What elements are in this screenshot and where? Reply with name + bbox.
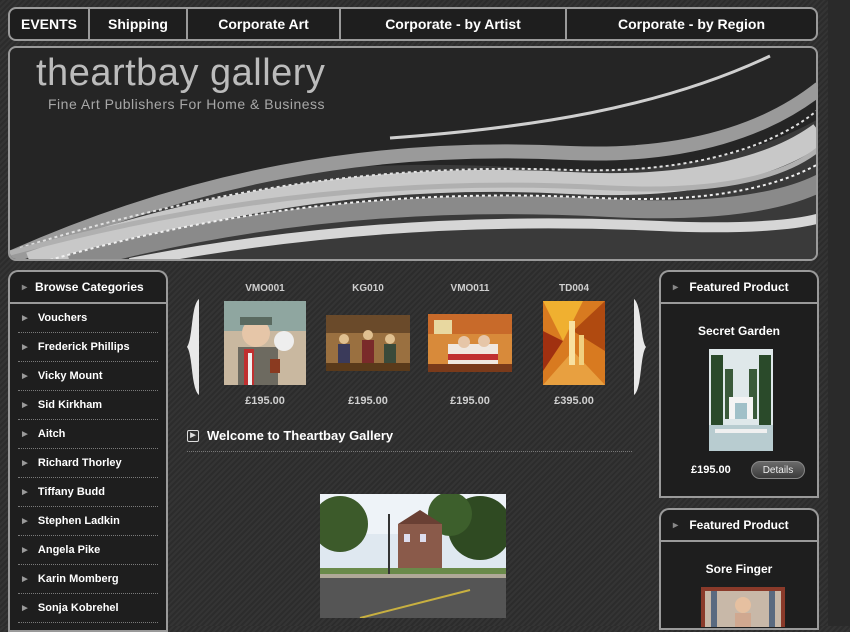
product-thumbnail[interactable] (428, 314, 512, 372)
nav-corporate-art[interactable]: Corporate Art (188, 9, 341, 39)
category-vouchers[interactable]: ► Vouchers (18, 304, 158, 333)
product-code: VMO001 (245, 283, 285, 294)
bullet-arrow-icon: ► (20, 573, 30, 585)
featured-product-price: £195.00 (691, 464, 731, 476)
category-aitch[interactable]: ► Aitch (18, 420, 158, 449)
category-vicky-mount[interactable]: ► Vicky Mount (18, 362, 158, 391)
featured-product-title[interactable]: Secret Garden (661, 324, 817, 338)
featured-product-title[interactable]: Sore Finger (661, 562, 817, 576)
browse-categories-title: Browse Categories (35, 280, 144, 294)
category-label: Vouchers (37, 312, 88, 324)
category-label: Angela Pike (37, 544, 101, 556)
category-label: Richard Thorley (37, 457, 122, 469)
carousel-product[interactable]: KG010 £195.00 (323, 283, 413, 407)
category-list-panel: ► Vouchers ► Frederick Phillips ► Vicky Mou… (8, 302, 168, 632)
category-label: Aitch (37, 428, 66, 440)
details-button[interactable]: Details (751, 461, 805, 479)
category-label: Frederick Phillips (37, 341, 130, 353)
carousel-product[interactable]: VMO011 £195.00 (425, 283, 515, 407)
category-label: Karin Momberg (37, 573, 119, 585)
carousel-prev-button[interactable] (187, 299, 199, 395)
category-label: Tiffany Budd (37, 486, 105, 498)
welcome-heading: ▶ Welcome to Theartbay Gallery (187, 428, 393, 443)
category-sonja-kobrehel[interactable]: ► Sonja Kobrehel (18, 594, 158, 623)
gallery-street-photo (320, 494, 506, 618)
browse-categories-header: ▸ Browse Categories (8, 270, 168, 302)
category-label: Sid Kirkham (37, 399, 103, 411)
header-arrow-icon: ▸ (673, 281, 679, 293)
category-angela-pike[interactable]: ► Angela Pike (18, 536, 158, 565)
category-tiffany-budd[interactable]: ► Tiffany Budd (18, 478, 158, 507)
page-right-edge (828, 0, 850, 626)
featured-product-heading: Featured Product (689, 518, 789, 532)
welcome-title: Welcome to Theartbay Gallery (207, 428, 394, 443)
bullet-arrow-icon: ► (20, 457, 30, 469)
product-price: £395.00 (554, 395, 594, 407)
nav-shipping[interactable]: Shipping (90, 9, 188, 39)
site-subtitle: Fine Art Publishers For Home & Business (48, 96, 326, 112)
product-price: £195.00 (245, 395, 285, 407)
bullet-arrow-icon: ► (20, 312, 30, 324)
carousel-product[interactable]: TD004 £395.00 (529, 283, 619, 407)
featured-product-image[interactable] (709, 349, 773, 451)
product-thumbnail[interactable] (326, 315, 410, 371)
product-price: £195.00 (450, 395, 490, 407)
featured-product-panel: Secret Garden £195.00 Details (659, 302, 819, 498)
category-label: Stephen Ladkin (37, 515, 120, 527)
chevron-right-icon (634, 299, 646, 395)
product-thumbnail[interactable] (224, 301, 306, 385)
nav-corporate-by-region[interactable]: Corporate - by Region (567, 9, 816, 39)
top-nav: EVENTS Shipping Corporate Art Corporate … (8, 7, 818, 41)
featured-product-image[interactable] (701, 587, 785, 627)
nav-corporate-by-artist[interactable]: Corporate - by Artist (341, 9, 567, 39)
product-price: £195.00 (348, 395, 388, 407)
category-label: Sonja Kobrehel (37, 602, 119, 614)
play-arrow-icon: ▶ (187, 429, 199, 442)
bullet-arrow-icon: ► (20, 544, 30, 556)
featured-product-heading: Featured Product (689, 280, 789, 294)
bullet-arrow-icon: ► (20, 341, 30, 353)
header-arrow-icon: ▸ (22, 281, 28, 293)
category-stephen-ladkin[interactable]: ► Stephen Ladkin (18, 507, 158, 536)
carousel-next-button[interactable] (634, 299, 646, 395)
category-list: ► Vouchers ► Frederick Phillips ► Vicky Mou… (10, 304, 166, 623)
featured-product-header: ▸ Featured Product (659, 508, 819, 540)
bullet-arrow-icon: ► (20, 428, 30, 440)
header-arrow-icon: ▸ (673, 519, 679, 531)
product-code: TD004 (558, 283, 589, 294)
bullet-arrow-icon: ► (20, 370, 30, 382)
chevron-left-icon (187, 299, 199, 395)
featured-product-panel: Sore Finger (659, 540, 819, 630)
category-sid-kirkham[interactable]: ► Sid Kirkham (18, 391, 158, 420)
header-banner: theartbay gallery Fine Art Publishers Fo… (8, 46, 818, 261)
site-title[interactable]: theartbay gallery (36, 52, 325, 95)
bullet-arrow-icon: ► (20, 602, 30, 614)
nav-events[interactable]: EVENTS (10, 9, 90, 39)
category-richard-thorley[interactable]: ► Richard Thorley (18, 449, 158, 478)
bullet-arrow-icon: ► (20, 515, 30, 527)
bullet-arrow-icon: ► (20, 486, 30, 498)
category-label: Vicky Mount (37, 370, 103, 382)
carousel-product[interactable]: VMO001 £195.00 (220, 283, 310, 407)
category-karin-momberg[interactable]: ► Karin Momberg (18, 565, 158, 594)
featured-product-header: ▸ Featured Product (659, 270, 819, 302)
category-frederick-phillips[interactable]: ► Frederick Phillips (18, 333, 158, 362)
product-code: VMO011 (450, 283, 490, 294)
bullet-arrow-icon: ► (20, 399, 30, 411)
product-code: KG010 (352, 283, 384, 294)
section-divider (187, 451, 632, 452)
product-thumbnail[interactable] (543, 301, 605, 385)
